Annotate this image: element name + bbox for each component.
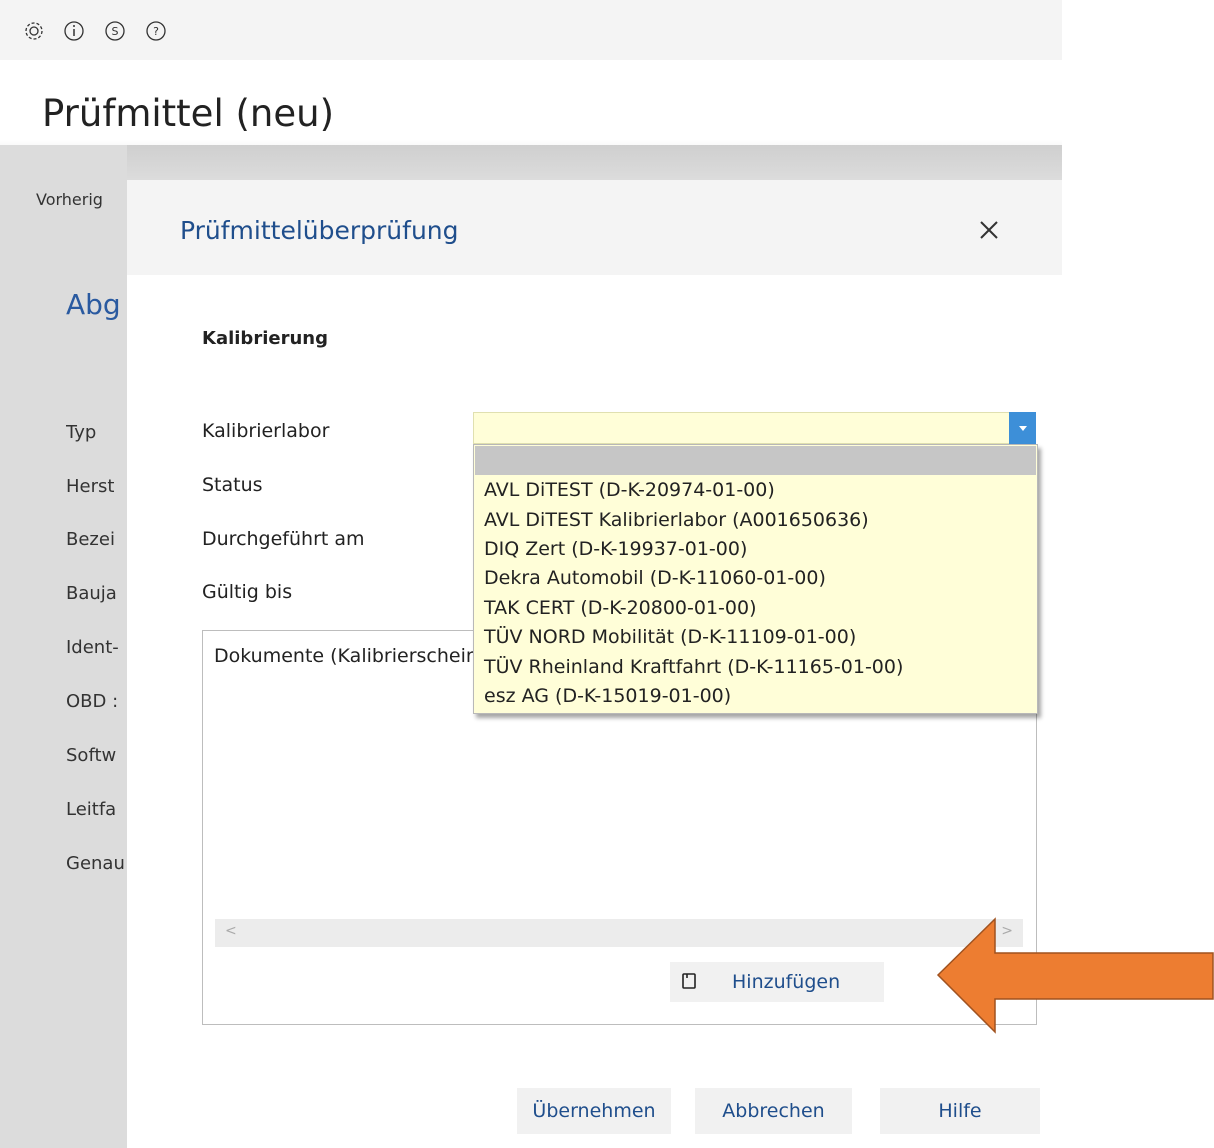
dropdown-option[interactable]: TÜV Rheinland Kraftfahrt (D-K-11165-01-0… bbox=[484, 656, 903, 678]
background-label: Typ bbox=[66, 422, 97, 443]
dropdown-option[interactable]: esz AG (D-K-15019-01-00) bbox=[484, 685, 731, 707]
performed-label: Durchgeführt am bbox=[202, 528, 365, 550]
background-label: Bezei bbox=[66, 529, 115, 550]
scroll-left-icon[interactable]: < bbox=[225, 923, 237, 939]
help-button[interactable]: Hilfe bbox=[880, 1088, 1040, 1134]
background-label: Herst bbox=[66, 476, 115, 497]
background-toolbar bbox=[0, 145, 1062, 324]
documents-label: Dokumente (Kalibrierscheine) bbox=[214, 645, 498, 667]
dialog-header: Prüfmittelüberprüfung bbox=[127, 180, 1062, 275]
background-label: Genau bbox=[66, 853, 125, 874]
s-icon[interactable]: S bbox=[104, 20, 126, 42]
valid-until-label: Gültig bis bbox=[202, 581, 293, 603]
info-icon[interactable] bbox=[63, 20, 85, 42]
dropdown-option[interactable]: DIQ Zert (D-K-19937-01-00) bbox=[484, 538, 747, 560]
add-button-label: Hinzufügen bbox=[732, 971, 841, 993]
status-label: Status bbox=[202, 474, 263, 496]
page-title: Prüfmittel (neu) bbox=[42, 92, 335, 135]
background-label: Softw bbox=[66, 745, 117, 766]
background-label: Bauja bbox=[66, 583, 117, 604]
chevron-down-icon[interactable] bbox=[1009, 412, 1036, 444]
dialog-title: Prüfmittelüberprüfung bbox=[180, 216, 459, 245]
lab-dropdown-list: AVL DiTEST (D-K-20974-01-00) AVL DiTEST … bbox=[473, 444, 1038, 714]
background-label: OBD : bbox=[66, 691, 119, 712]
add-button[interactable]: Hinzufügen bbox=[670, 962, 884, 1002]
horizontal-scrollbar[interactable]: < > bbox=[215, 919, 1023, 947]
annotation-arrow bbox=[936, 917, 1214, 1034]
svg-text:?: ? bbox=[153, 25, 159, 38]
new-document-icon bbox=[682, 973, 696, 989]
background-label: Ident- bbox=[66, 637, 119, 658]
dropdown-option[interactable]: AVL DiTEST (D-K-20974-01-00) bbox=[484, 479, 775, 501]
lab-combobox[interactable] bbox=[473, 412, 1036, 444]
lab-label: Kalibrierlabor bbox=[202, 420, 330, 442]
dropdown-option[interactable]: AVL DiTEST Kalibrierlabor (A001650636) bbox=[484, 509, 869, 531]
background-label: Leitfa bbox=[66, 799, 117, 820]
close-button[interactable] bbox=[977, 218, 1001, 242]
group-title: Kalibrierung bbox=[202, 328, 328, 349]
dropdown-option[interactable]: TAK CERT (D-K-20800-01-00) bbox=[484, 597, 757, 619]
top-bar: S ? bbox=[0, 0, 1062, 60]
dropdown-empty-option[interactable] bbox=[475, 446, 1036, 475]
help-icon[interactable]: ? bbox=[145, 20, 167, 42]
cancel-button[interactable]: Abbrechen bbox=[695, 1088, 852, 1134]
settings-icon[interactable] bbox=[23, 20, 45, 42]
dropdown-option[interactable]: TÜV NORD Mobilität (D-K-11109-01-00) bbox=[484, 626, 856, 648]
dropdown-option[interactable]: Dekra Automobil (D-K-11060-01-00) bbox=[484, 567, 826, 589]
previous-label: Vorherig bbox=[36, 190, 103, 209]
background-section-heading: Abg bbox=[66, 288, 121, 321]
close-icon bbox=[980, 221, 998, 239]
svg-text:S: S bbox=[112, 25, 119, 38]
apply-button[interactable]: Übernehmen bbox=[517, 1088, 671, 1134]
